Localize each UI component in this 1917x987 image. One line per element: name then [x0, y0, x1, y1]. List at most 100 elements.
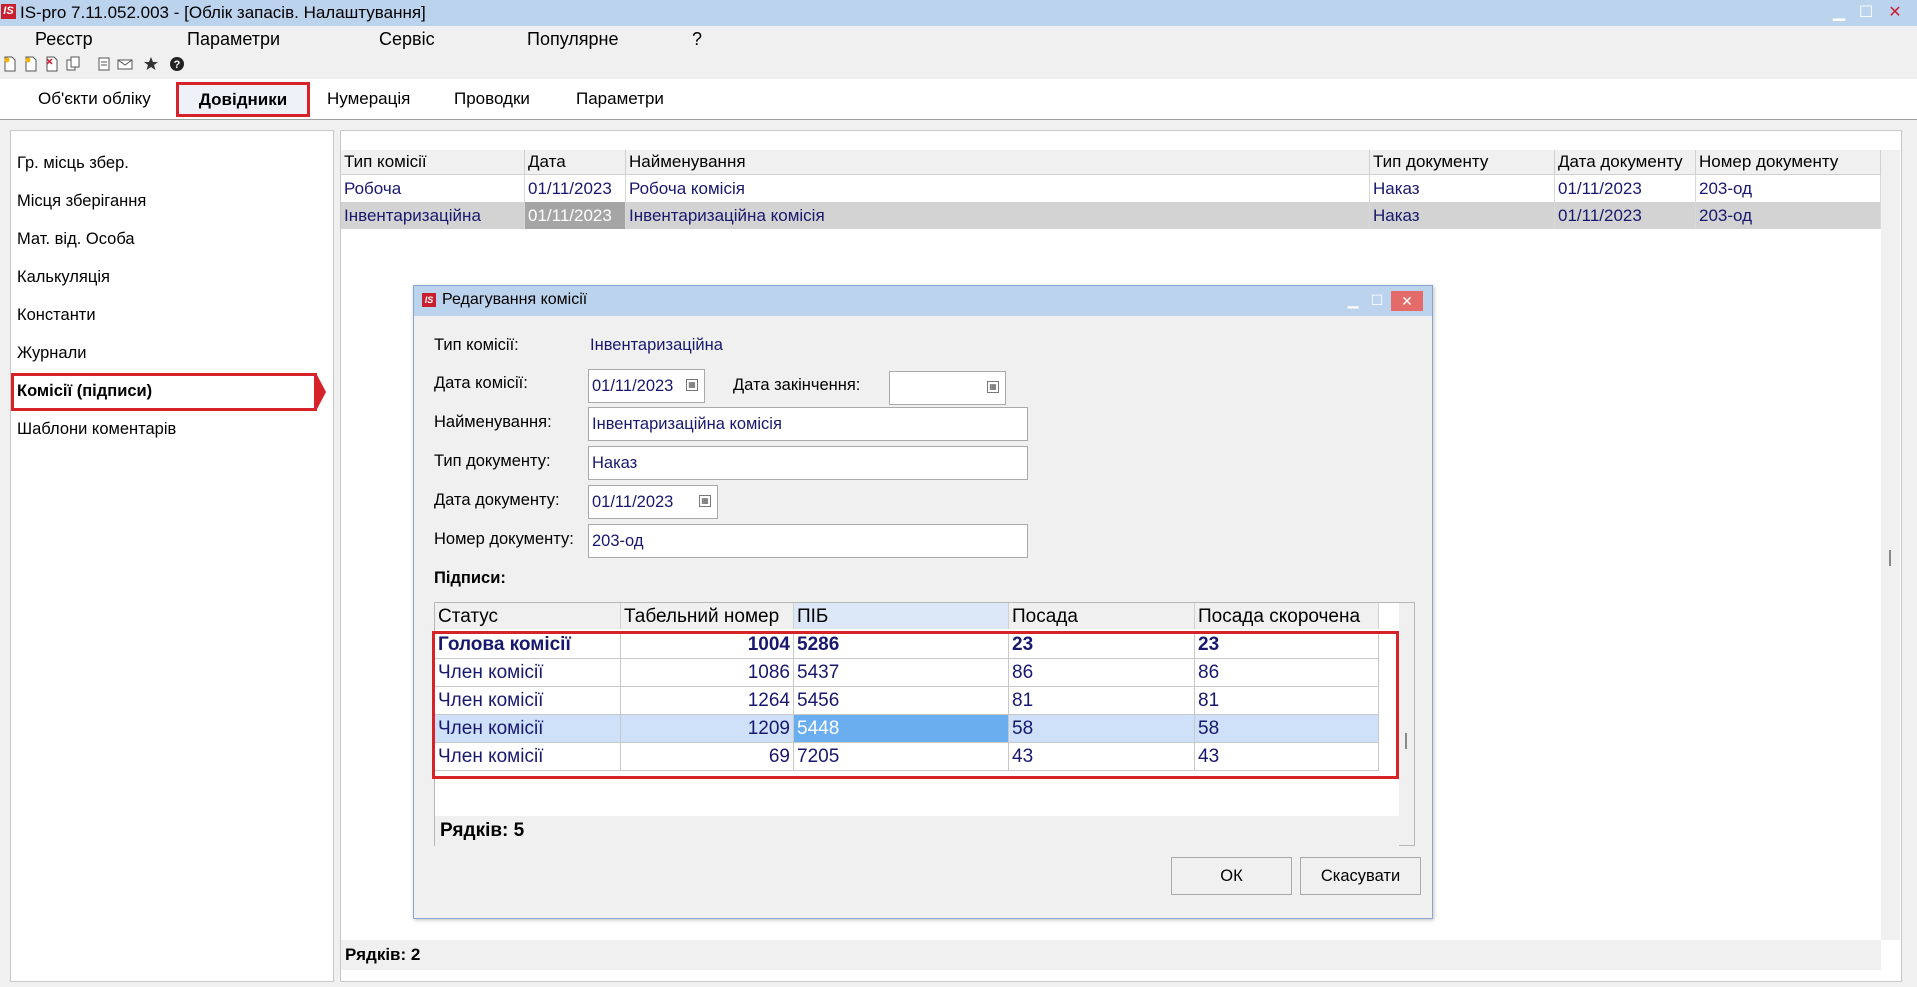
dialog-logo-icon: IS	[422, 293, 436, 307]
sidebar-item-konstanty[interactable]: Константи	[17, 306, 96, 325]
label-nomer-dokumentu: Номер документу:	[434, 530, 574, 548]
dialog-close-icon[interactable]: ✕	[1391, 291, 1423, 311]
col-header-nomer-dokumentu[interactable]: Номер документу	[1696, 150, 1881, 174]
edit-commission-dialog: IS Редагування комісії ▁ ☐ ✕ Тип комісії…	[413, 285, 1433, 919]
date-field-zakinchennia[interactable]: ▦	[889, 371, 1006, 405]
scroll-grip-icon[interactable]	[1889, 550, 1891, 566]
menu-populiarne[interactable]: Популярне	[527, 29, 619, 50]
label-typ-komisii: Тип комісії:	[434, 336, 519, 354]
col-header-naimenuvannia[interactable]: Найменування	[626, 150, 1370, 174]
tab-obiekty-obliku[interactable]: Об'єкти обліку	[38, 79, 151, 119]
close-icon[interactable]: ✕	[1884, 3, 1906, 23]
window-titlebar: IS IS-pro 7.11.052.003 - [Облік запасів.…	[0, 0, 1917, 26]
signatures-vertical-scrollbar[interactable]	[1399, 603, 1414, 845]
signatures-highlight-frame	[432, 631, 1399, 779]
sidebar-item-mat-osoba[interactable]: Мат. від. Особа	[17, 230, 135, 249]
sidebar: Гр. місць збер. Місця зберігання Мат. ві…	[10, 130, 334, 982]
help-icon[interactable]: ?	[169, 56, 185, 74]
cell-typ-komisii: Інвентаризаційна	[341, 202, 525, 229]
label-data-zakinchennia: Дата закінчення:	[733, 376, 861, 394]
cell-typ-dokumentu: Наказ	[1370, 202, 1555, 229]
dialog-maximize-icon[interactable]: ☐	[1368, 291, 1386, 309]
maximize-icon[interactable]: ☐	[1855, 3, 1877, 23]
calendar-icon[interactable]: ▦	[699, 495, 711, 507]
label-pidpysy: Підписи:	[434, 569, 506, 587]
label-data-komisii: Дата комісії:	[434, 374, 528, 392]
cell-nomer-dokumentu: 203-од	[1696, 202, 1881, 229]
cell-nomer-dokumentu: 203-од	[1696, 175, 1881, 202]
date-field-komisii-value: 01/11/2023	[592, 377, 674, 395]
main-vertical-scrollbar[interactable]	[1881, 150, 1900, 940]
sidebar-item-zhurnaly[interactable]: Журнали	[17, 344, 86, 363]
value-typ-komisii: Інвентаризаційна	[590, 336, 723, 354]
copy-icon[interactable]	[65, 56, 81, 74]
ok-button[interactable]: ОК	[1171, 857, 1292, 895]
delete-icon[interactable]	[44, 56, 60, 74]
cell-data-focused: 01/11/2023	[525, 202, 626, 229]
cell-naimenuvannia: Робоча комісія	[626, 175, 1370, 202]
calendar-icon[interactable]: ▦	[987, 381, 999, 393]
col-header-typ-dokumentu[interactable]: Тип документу	[1370, 150, 1555, 174]
tab-numeratsiia[interactable]: Нумерація	[327, 79, 410, 119]
cell-data-dokumentu: 01/11/2023	[1555, 175, 1696, 202]
calendar-icon[interactable]: ▦	[686, 379, 698, 391]
menu-servis[interactable]: Сервіс	[379, 29, 435, 50]
tab-parametry[interactable]: Параметри	[576, 79, 664, 119]
sidebar-item-mistsia[interactable]: Місця зберігання	[17, 192, 146, 211]
col-header-posada[interactable]: Посада	[1009, 603, 1195, 629]
signatures-grid: Статус Табельний номер ПІБ Посада Посада…	[432, 602, 1415, 846]
main-grid-header: Тип комісії Дата Найменування Тип докуме…	[341, 150, 1881, 175]
table-row-selected[interactable]: Інвентаризаційна 01/11/2023 Інвентаризац…	[341, 202, 1881, 229]
new-doc-icon[interactable]	[2, 56, 18, 74]
col-header-pib[interactable]: ПІБ	[794, 603, 1009, 629]
dialog-titlebar: IS Редагування комісії ▁ ☐ ✕	[414, 286, 1432, 316]
cell-data: 01/11/2023	[525, 175, 626, 202]
tab-strip: Об'єкти обліку Довідники Нумерація Прово…	[0, 79, 1917, 120]
doc-date-field[interactable]: 01/11/2023 ▦	[588, 485, 718, 519]
minimize-icon[interactable]: ▁	[1828, 3, 1850, 23]
table-row[interactable]: Робоча 01/11/2023 Робоча комісія Наказ 0…	[341, 175, 1881, 203]
scroll-grip-icon[interactable]	[1405, 733, 1407, 749]
sidebar-item-komisii[interactable]: Комісії (підписи)	[17, 382, 152, 401]
col-header-tabelnyi-nomer[interactable]: Табельний номер	[621, 603, 794, 629]
tab-provodky[interactable]: Проводки	[454, 79, 530, 119]
view-icon[interactable]	[96, 56, 112, 74]
menu-reiestr[interactable]: Реєстр	[35, 29, 93, 50]
signatures-footer: Рядків: 5	[435, 816, 1399, 846]
dialog-minimize-icon[interactable]: ▁	[1344, 291, 1362, 309]
mail-icon[interactable]	[117, 56, 133, 74]
menu-parametry[interactable]: Параметри	[187, 29, 280, 50]
name-field[interactable]: Інвентаризаційна комісія	[588, 407, 1028, 441]
sidebar-item-kalkuliatsiia[interactable]: Калькуляція	[17, 268, 110, 287]
favorite-icon[interactable]	[143, 56, 159, 74]
main-grid-footer: Рядків: 2	[341, 940, 1881, 970]
doc-number-field[interactable]: 203-од	[588, 524, 1028, 558]
cell-data-dokumentu: 01/11/2023	[1555, 202, 1696, 229]
cancel-button[interactable]: Скасувати	[1300, 857, 1421, 895]
toolbar: ?	[0, 54, 1917, 78]
col-header-typ-komisii[interactable]: Тип комісії	[341, 150, 525, 174]
selection-pointer-icon	[316, 373, 326, 411]
sidebar-item-hr-mists[interactable]: Гр. місць збер.	[17, 154, 129, 173]
label-data-dokumentu: Дата документу:	[434, 491, 560, 509]
label-typ-dokumentu: Тип документу:	[434, 452, 551, 470]
tab-dovidnyky[interactable]: Довідники	[176, 82, 310, 117]
label-naimenuvannia: Найменування:	[434, 413, 552, 431]
window-title: IS-pro 7.11.052.003 - [Облік запасів. На…	[20, 3, 426, 22]
menu-bar: Реєстр Параметри Сервіс Популярне ?	[0, 26, 1917, 54]
menu-help[interactable]: ?	[692, 29, 702, 50]
col-header-data-dokumentu[interactable]: Дата документу	[1555, 150, 1696, 174]
doc-type-field[interactable]: Наказ	[588, 446, 1028, 480]
col-header-data[interactable]: Дата	[525, 150, 626, 174]
app-logo-icon: IS	[1, 4, 16, 19]
new-doc-icon[interactable]	[23, 56, 39, 74]
doc-date-field-value: 01/11/2023	[592, 493, 674, 511]
col-header-posada-skorochena[interactable]: Посада скорочена	[1195, 603, 1379, 629]
col-header-status[interactable]: Статус	[435, 603, 621, 629]
sidebar-item-shablony[interactable]: Шаблони коментарів	[17, 420, 176, 439]
svg-text:?: ?	[174, 59, 181, 71]
date-field-komisii[interactable]: 01/11/2023 ▦	[588, 369, 705, 403]
dialog-title: Редагування комісії	[442, 291, 588, 308]
cell-typ-dokumentu: Наказ	[1370, 175, 1555, 202]
cell-typ-komisii: Робоча	[341, 175, 525, 202]
